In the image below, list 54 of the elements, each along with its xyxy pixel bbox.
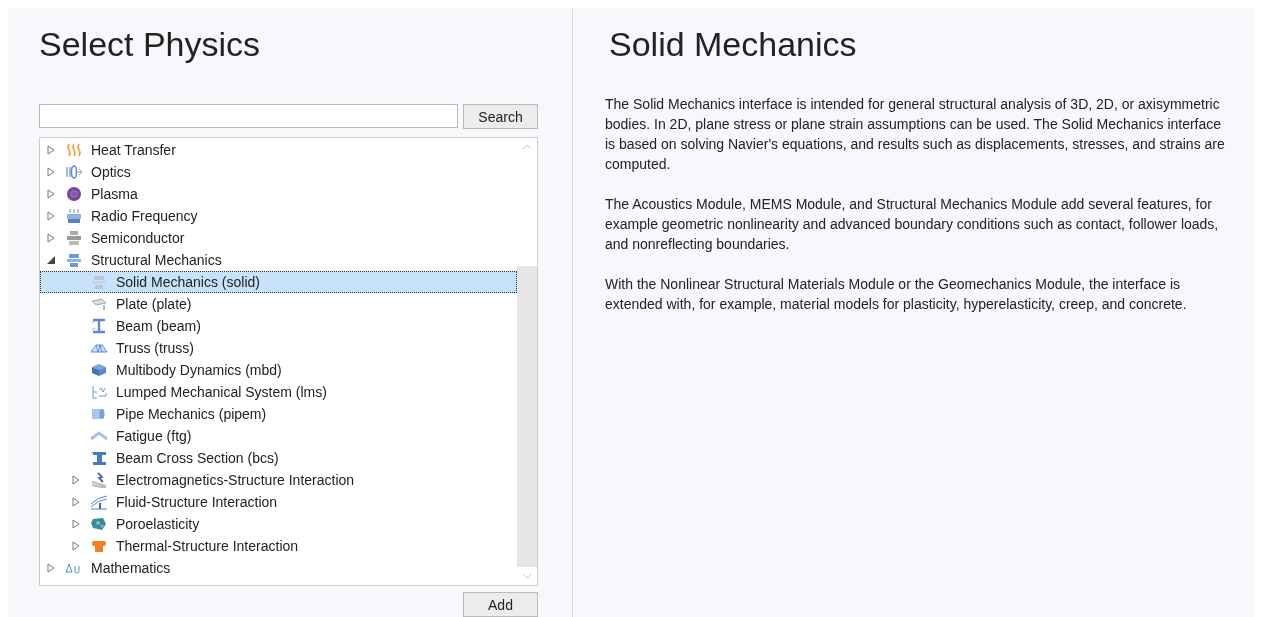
tree-item[interactable]: Electromagnetics-Structure Interaction [40,469,517,491]
expand-icon[interactable] [47,233,56,243]
description-paragraph: The Acoustics Module, MEMS Module, and Structural Mechanics Module add several features, for example geometric nonlinearity and advanced boundary conditions such as contact, follower loads, and nonreflecting boundaries. [605,195,1220,254]
expand-icon[interactable] [47,189,56,199]
beam-section-icon [90,450,108,466]
panel-title: Select Physics [39,24,262,64]
expand-icon[interactable] [47,563,56,573]
tree-item[interactable]: Heat Transfer [40,139,517,161]
lightning-icon [90,472,108,488]
description-paragraph: With the Nonlinear Structural Materials Module or the Geomechanics Module, the interface is extended with, for example, material models for plasticity, hyperelasticity, creep, and concrete. [605,275,1188,314]
expand-icon[interactable] [72,541,81,551]
tree-item[interactable]: Radio Frequency [40,205,517,227]
structure-icon [65,252,83,268]
tree-item[interactable]: Plate (plate) [40,293,517,315]
tree-item[interactable]: Multibody Dynamics (mbd) [40,359,517,381]
tree-item[interactable]: Optics [40,161,517,183]
tree-item[interactable]: Beam (beam) [40,315,517,337]
tree-item[interactable]: Plasma [40,183,517,205]
tree-item[interactable]: Thermal-Structure Interaction [40,535,517,557]
expand-icon[interactable] [72,475,81,485]
porous-icon [90,516,108,532]
tree-item[interactable]: Fatigue (ftg) [40,425,517,447]
tree-item[interactable]: Truss (truss) [40,337,517,359]
lens-icon [65,164,83,180]
description-title: Solid Mechanics [609,24,858,64]
search-button[interactable]: Search [463,104,538,129]
expand-icon[interactable] [47,211,56,221]
description-paragraph: The Solid Mechanics interface is intended for general structural analysis of 3D, 2D, or axisymmetric bodies. In 2D, plane stress or plane strain assumptions can be used. The Solid Mechanics interface is based on solving Navier's equations, and results such as displacements, stresses, and strains are computed. [605,95,1225,174]
heat-block-icon [90,538,108,554]
expand-icon[interactable] [72,519,81,529]
tree-item[interactable]: Structural Mechanics [40,249,517,271]
beam-icon [90,318,108,334]
add-button[interactable]: Add [463,592,538,617]
collapse-icon[interactable] [47,255,56,265]
tree-item[interactable]: Beam Cross Section (bcs) [40,447,517,469]
tree-item[interactable]: Lumped Mechanical System (lms) [40,381,517,403]
tree-item[interactable]: Fluid-Structure Interaction [40,491,517,513]
cube-icon [90,362,108,378]
flame-icon [65,142,83,158]
expand-icon[interactable] [47,167,56,177]
block-icon [90,274,108,290]
sphere-icon [65,186,83,202]
tree-item[interactable]: Mathematics [40,557,517,579]
chip-icon [65,230,83,246]
antenna-icon [65,208,83,224]
tree-item[interactable]: Pipe Mechanics (pipem) [40,403,517,425]
tree-item[interactable]: Solid Mechanics (solid) [40,271,517,293]
tree-item[interactable]: Poroelasticity [40,513,517,535]
expand-icon[interactable] [72,497,81,507]
plate-icon [90,296,108,312]
tree-item[interactable]: Semiconductor [40,227,517,249]
wave-icon [90,494,108,510]
search-field[interactable] [39,104,458,128]
expand-icon[interactable] [47,145,56,155]
